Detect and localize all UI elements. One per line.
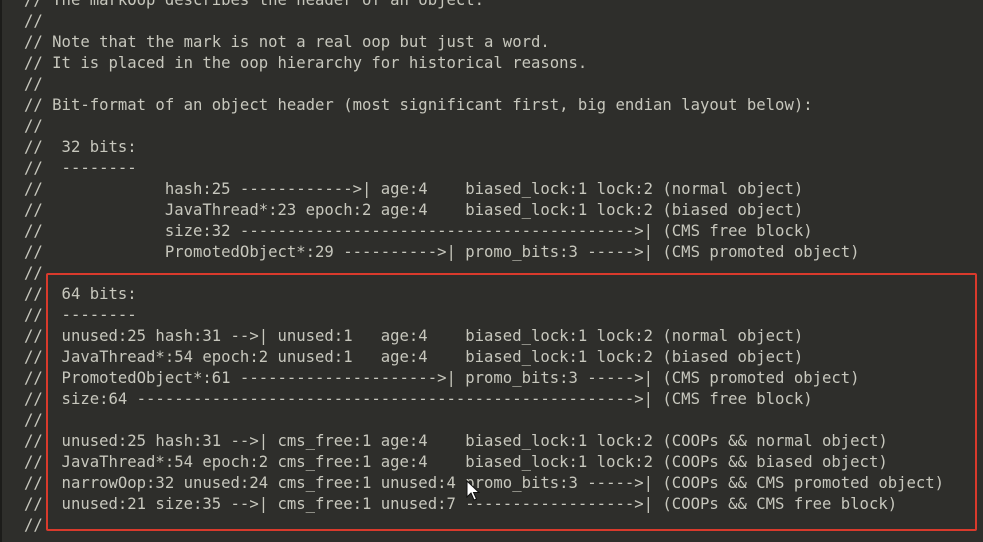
code-line: // The markOop describes the header of a… bbox=[24, 0, 485, 9]
code-line: // bbox=[24, 12, 43, 30]
code-line: // bbox=[24, 75, 43, 93]
code-line: // Bit-format of an object header (most … bbox=[24, 96, 813, 114]
highlight-rectangle bbox=[46, 273, 977, 531]
code-line: // It is placed in the oop hierarchy for… bbox=[24, 54, 588, 72]
code-line: // JavaThread*:23 epoch:2 age:4 biased_l… bbox=[24, 201, 804, 219]
code-line: // hash:25 ------------>| age:4 biased_l… bbox=[24, 180, 804, 198]
mouse-pointer-icon bbox=[466, 480, 480, 501]
code-line: // 32 bits: bbox=[24, 138, 137, 156]
code-editor[interactable]: // The markOop describes the header of a… bbox=[0, 0, 983, 542]
code-line: // bbox=[24, 117, 43, 135]
code-line: // -------- bbox=[24, 159, 137, 177]
code-line: // Note that the mark is not a real oop … bbox=[24, 33, 550, 51]
code-line: // size:32 -----------------------------… bbox=[24, 222, 813, 240]
code-line: // PromotedObject*:29 ---------->| promo… bbox=[24, 243, 860, 261]
